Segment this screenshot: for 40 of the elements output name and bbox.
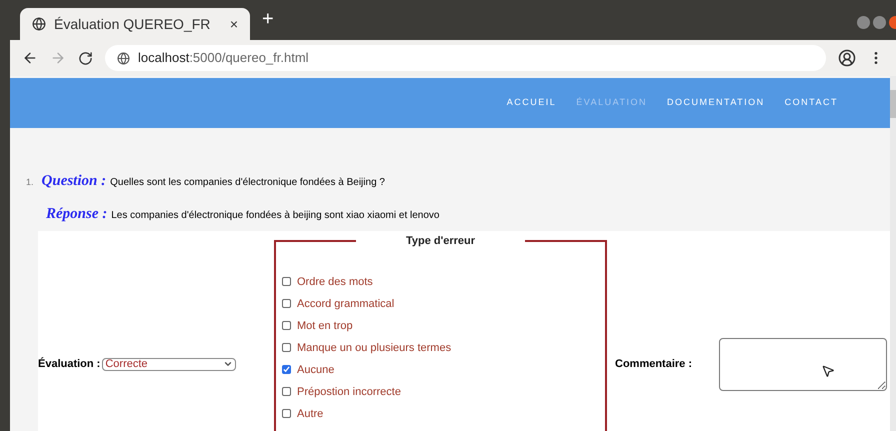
reload-icon[interactable] bbox=[78, 50, 93, 66]
check-icon bbox=[283, 366, 290, 373]
option-label: Prépostion incorrecte bbox=[297, 384, 401, 400]
tab-title: Évaluation QUEREO_FR bbox=[54, 14, 212, 34]
profile-icon[interactable] bbox=[838, 49, 856, 67]
option-label: Aucune bbox=[297, 362, 334, 378]
error-type-title: Type d'erreur bbox=[404, 234, 476, 249]
globe-icon bbox=[117, 52, 130, 64]
option-label: Ordre des mots bbox=[297, 274, 373, 290]
option-label: Autre bbox=[297, 406, 324, 422]
maximize-icon[interactable] bbox=[873, 16, 886, 29]
evaluation-select[interactable]: Correcte bbox=[102, 358, 236, 371]
option-label: Accord grammatical bbox=[297, 296, 394, 312]
option-label: Manque un ou plusieurs termes bbox=[297, 340, 452, 356]
checkbox[interactable] bbox=[282, 321, 291, 330]
checkbox[interactable] bbox=[282, 277, 291, 286]
option-label: Mot en trop bbox=[297, 318, 353, 334]
browser-tab[interactable]: Évaluation QUEREO_FR × bbox=[20, 8, 250, 40]
item-number: 1. bbox=[26, 176, 34, 189]
checkbox[interactable] bbox=[282, 299, 291, 308]
checkbox[interactable] bbox=[282, 387, 291, 396]
answer-label: Réponse : bbox=[46, 204, 108, 224]
evaluation-label: Évaluation : bbox=[38, 356, 100, 372]
checkbox[interactable] bbox=[282, 409, 291, 418]
close-button[interactable]: × bbox=[230, 14, 238, 34]
cursor-icon bbox=[821, 364, 835, 378]
new-tab-button[interactable]: + bbox=[262, 4, 274, 34]
url-text: localhost:5000/quereo_fr.html bbox=[138, 49, 309, 68]
question-text: Quelles sont les companies d'électronique fondées à Beijing ? bbox=[110, 176, 385, 190]
scrollbar[interactable] bbox=[890, 76, 896, 431]
comment-field[interactable] bbox=[719, 338, 887, 391]
checkbox[interactable] bbox=[282, 343, 291, 352]
answer-text: Les companies d'électronique fondées à beijing sont xiao xiaomi et lenovo bbox=[111, 208, 440, 222]
comment-label: Commentaire : bbox=[615, 357, 694, 372]
close-icon[interactable] bbox=[889, 16, 896, 29]
minimize-icon[interactable] bbox=[857, 16, 870, 29]
question-label: Question : bbox=[42, 172, 106, 191]
back-icon[interactable] bbox=[22, 50, 38, 66]
globe-icon bbox=[32, 17, 46, 31]
address-bar[interactable]: localhost:5000/quereo_fr.html bbox=[105, 45, 826, 71]
